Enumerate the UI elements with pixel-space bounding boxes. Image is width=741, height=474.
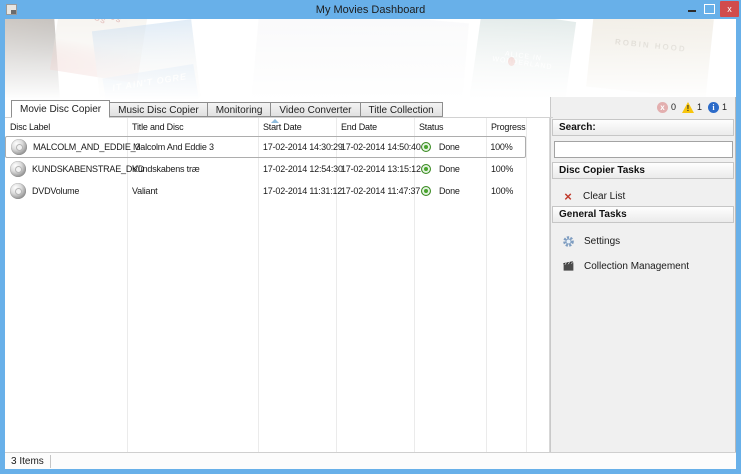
clear-list-icon: × (564, 188, 572, 204)
title-bar[interactable]: My Movies Dashboard x (0, 0, 741, 19)
task-sidebar: x 0 ! 1 i 1 Search: Disc Copier Tasks × … (550, 97, 736, 452)
column-divider (526, 118, 527, 452)
maximize-button[interactable] (701, 1, 718, 17)
error-counter[interactable]: x 0 (656, 101, 676, 113)
disc-label-cell: KUNDSKABENSTRAE_DVD (5, 161, 144, 177)
app-window: My Movies Dashboard x INGLOURIOUS BASTER… (0, 0, 741, 474)
disc-icon (10, 161, 26, 177)
error-icon: x (656, 101, 668, 113)
disc-label-cell: MALCOLM_AND_EDDIE_3 (6, 139, 140, 155)
table-header-row: Disc Label Title and Disc Start Date End… (5, 118, 550, 136)
banner-fade-overlay (5, 19, 736, 100)
title-cell: Valiant (132, 186, 158, 196)
status-text: Done (439, 164, 460, 174)
disc-icon (10, 183, 26, 199)
start-date-cell: 17-02-2014 12:54:30 (263, 164, 343, 174)
warning-count: 1 (696, 102, 702, 112)
general-tasks-header: General Tasks (552, 206, 734, 223)
clapperboard-icon (563, 261, 574, 271)
disc-copier-list: Disc Label Title and Disc Start Date End… (5, 118, 550, 452)
statusbar-divider (49, 454, 51, 468)
close-button[interactable]: x (720, 1, 739, 17)
title-cell: Malcolm And Eddie 3 (133, 142, 214, 152)
status-bar: 3 Items (5, 452, 736, 469)
search-section-header: Search: (552, 119, 734, 136)
collection-management-button[interactable]: Collection Management (551, 260, 735, 273)
column-header-title-and-disc[interactable]: Title and Disc (127, 122, 258, 132)
disc-label-text: MALCOLM_AND_EDDIE_3 (33, 142, 141, 152)
search-input[interactable] (554, 141, 733, 158)
items-count: 3 Items (11, 455, 44, 467)
tab-movie-disc-copier[interactable]: Movie Disc Copier (11, 100, 111, 118)
status-cell: Done (414, 142, 485, 152)
title-cell: Kundskabens træ (132, 164, 200, 174)
table-row[interactable]: MALCOLM_AND_EDDIE_3 Malcolm And Eddie 3 … (5, 136, 526, 158)
info-count: 1 (721, 102, 727, 112)
table-row[interactable]: DVDVolume Valiant 17-02-2014 11:31:12 17… (5, 180, 526, 202)
info-counter[interactable]: i 1 (707, 101, 727, 113)
column-header-status[interactable]: Status (414, 122, 486, 132)
disc-copier-tasks-header: Disc Copier Tasks (552, 162, 734, 179)
notification-summary: x 0 ! 1 i 1 (551, 97, 735, 115)
table-row[interactable]: KUNDSKABENSTRAE_DVD Kundskabens træ 17-0… (5, 158, 526, 180)
gear-icon (563, 236, 574, 247)
end-date-cell: 17-02-2014 11:47:37 (341, 186, 421, 196)
progress-cell: 100% (490, 142, 513, 152)
clear-list-button[interactable]: × Clear List (551, 188, 735, 204)
start-date-cell: 17-02-2014 14:30:29 (262, 142, 343, 152)
column-header-start-date[interactable]: Start Date (258, 122, 336, 132)
progress-cell: 100% (491, 164, 514, 174)
sort-arrow-icon (271, 119, 279, 123)
column-header-end-date[interactable]: End Date (336, 122, 414, 132)
warning-icon: ! (681, 101, 694, 113)
end-date-cell: 17-02-2014 14:50:40 (340, 142, 421, 152)
info-icon: i (707, 101, 719, 113)
minimize-button[interactable] (684, 1, 701, 17)
column-header-disc-label[interactable]: Disc Label (5, 122, 127, 132)
done-status-icon (421, 186, 431, 196)
tab-monitoring[interactable]: Monitoring (206, 102, 272, 117)
disc-label-cell: DVDVolume (5, 183, 127, 199)
tab-title-collection[interactable]: Title Collection (359, 102, 443, 117)
end-date-cell: 17-02-2014 13:15:12 (341, 164, 421, 174)
tab-music-disc-copier[interactable]: Music Disc Copier (109, 102, 208, 117)
window-title: My Movies Dashboard (315, 3, 426, 16)
app-icon (6, 4, 17, 15)
done-status-icon (421, 164, 431, 174)
disc-label-text: DVDVolume (32, 186, 80, 196)
tab-strip: Movie Disc Copier Music Disc Copier Moni… (5, 100, 553, 118)
done-status-icon (420, 142, 431, 152)
tab-video-converter[interactable]: Video Converter (270, 102, 361, 117)
error-count: 0 (670, 102, 676, 112)
start-date-cell: 17-02-2014 11:31:12 (263, 186, 343, 196)
status-cell: Done (414, 186, 486, 196)
disc-icon (11, 139, 27, 155)
movie-poster-banner: INGLOURIOUS BASTERDS IT AIN'T OGRE ALICE… (5, 19, 736, 100)
status-text: Done (439, 186, 460, 196)
window-controls: x (684, 1, 739, 17)
status-text: Done (438, 142, 460, 152)
settings-button[interactable]: Settings (551, 235, 735, 248)
client-area: INGLOURIOUS BASTERDS IT AIN'T OGRE ALICE… (5, 19, 736, 469)
status-cell: Done (414, 164, 486, 174)
column-header-progress[interactable]: Progress (486, 122, 526, 132)
warning-counter[interactable]: ! 1 (681, 101, 702, 113)
progress-cell: 100% (491, 186, 514, 196)
